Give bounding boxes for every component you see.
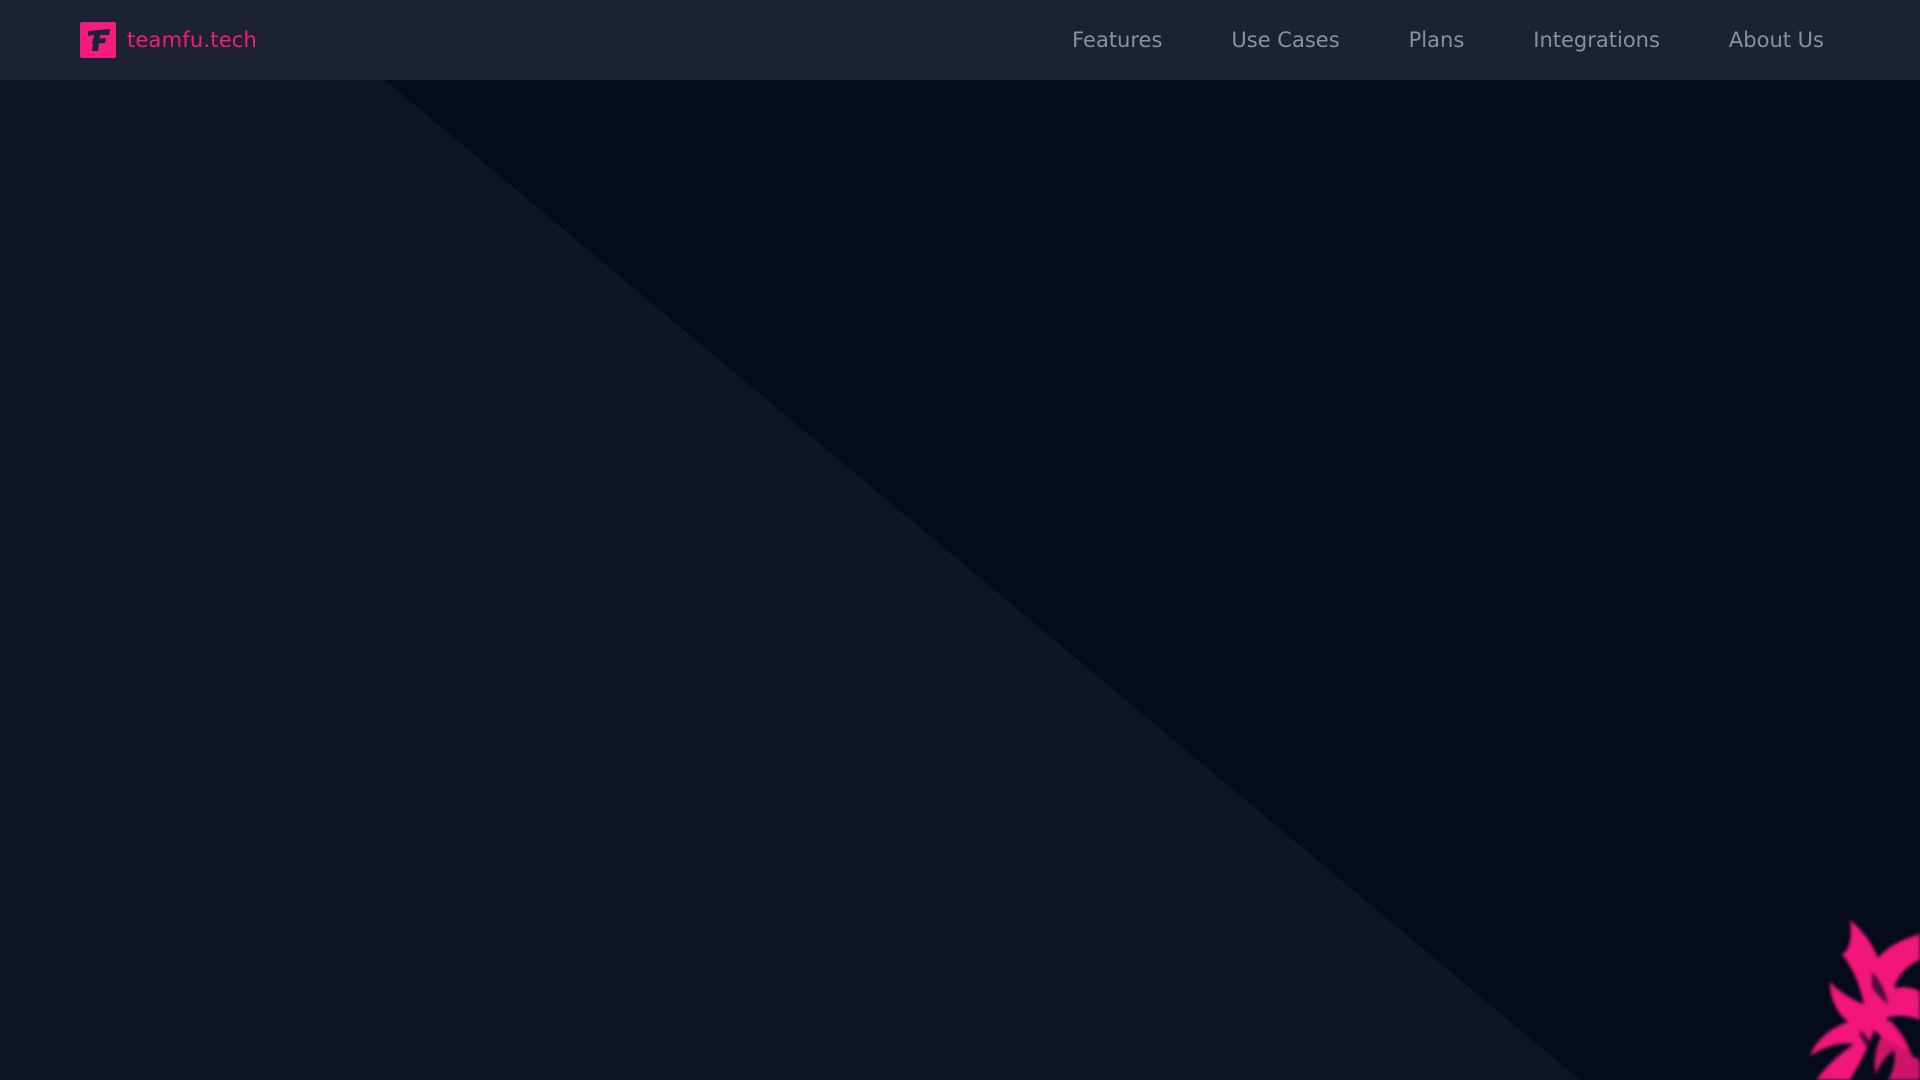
nav-item-about-us[interactable]: About Us bbox=[1729, 28, 1824, 52]
teamfu-logo-icon bbox=[80, 22, 116, 58]
top-navigation-bar: teamfu.tech Features Use Cases Plans Int… bbox=[0, 0, 1920, 80]
brand-home-link[interactable]: teamfu.tech bbox=[80, 22, 257, 58]
nav-item-use-cases[interactable]: Use Cases bbox=[1231, 28, 1339, 52]
nav-item-plans[interactable]: Plans bbox=[1409, 28, 1465, 52]
main-nav: Features Use Cases Plans Integrations Ab… bbox=[1072, 0, 1824, 80]
decorative-flower-graphic bbox=[1810, 920, 1920, 1080]
nav-item-integrations[interactable]: Integrations bbox=[1533, 28, 1660, 52]
landing-page: teamfu.tech Features Use Cases Plans Int… bbox=[0, 0, 1920, 1080]
nav-item-features[interactable]: Features bbox=[1072, 28, 1162, 52]
brand-name: teamfu.tech bbox=[127, 28, 258, 52]
background-diagonal bbox=[0, 0, 1920, 1080]
